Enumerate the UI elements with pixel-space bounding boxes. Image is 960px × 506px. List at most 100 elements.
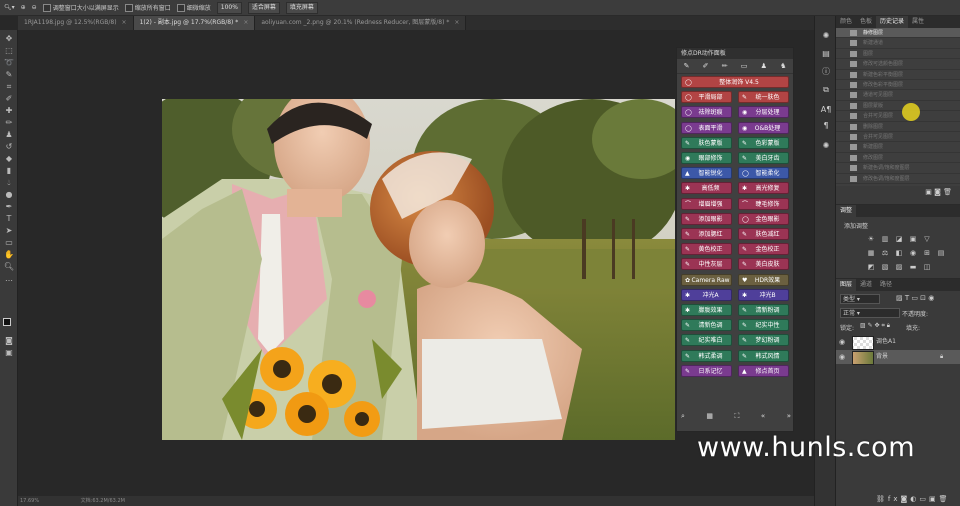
- dr-action-button[interactable]: ✱ 高光修复: [738, 182, 789, 195]
- dr-action-button[interactable]: ◯ 智能柔化: [738, 167, 789, 180]
- paragraph-icon[interactable]: A¶: [820, 104, 832, 116]
- dr-action-button[interactable]: ✎ 色彩蒙版: [738, 136, 789, 149]
- curves-icon[interactable]: ◪: [894, 235, 904, 243]
- grid-icon[interactable]: ▦: [706, 412, 713, 424]
- history-state[interactable]: 新建通道: [836, 38, 960, 49]
- zoom-out-icon[interactable]: ⊖: [32, 4, 37, 11]
- dr-action-button[interactable]: ✱ 朦胧效果: [681, 304, 732, 316]
- photo-filter-icon[interactable]: ◉: [908, 249, 918, 257]
- camera-icon[interactable]: ◙: [934, 188, 941, 196]
- dr-action-button[interactable]: ✎ 韩式风情: [738, 349, 789, 362]
- dr-action-button[interactable]: ✿ Camera Raw: [681, 273, 732, 286]
- close-icon[interactable]: ×: [454, 19, 459, 26]
- pencil-icon[interactable]: ✏: [722, 62, 728, 70]
- fit-screen-button[interactable]: 适合屏幕: [247, 1, 280, 14]
- trash-icon[interactable]: 🗑︎: [939, 495, 951, 503]
- quick-mask-icon[interactable]: ◙: [3, 336, 15, 345]
- brightness-icon[interactable]: ☀: [866, 235, 876, 243]
- hand-tool-icon[interactable]: ✋: [3, 250, 15, 259]
- history-state[interactable]: 修改色彩平衡图层: [836, 80, 960, 91]
- zoom-in-icon[interactable]: ⊕: [21, 4, 26, 11]
- gradient-map-icon[interactable]: ▬: [908, 263, 918, 271]
- expand-icon[interactable]: ⛶: [735, 412, 740, 424]
- resize-windows-checkbox[interactable]: 调整窗口大小以满屏显示: [42, 3, 119, 13]
- tab-channels[interactable]: 通道: [856, 279, 876, 291]
- lasso-tool-icon[interactable]: ➰: [3, 58, 15, 67]
- selective-color-icon[interactable]: ◫: [922, 263, 932, 271]
- gradient-tool-icon[interactable]: ▮: [3, 166, 15, 175]
- tab-swatches[interactable]: 色板: [856, 16, 876, 28]
- dr-action-button[interactable]: ✎ 添加腮红: [681, 228, 732, 240]
- zoom-100-button[interactable]: 100%: [216, 1, 242, 14]
- history-state[interactable]: 新建色调/饱和度图层: [836, 163, 960, 174]
- history-state[interactable]: 修改图层: [836, 153, 960, 164]
- brush-tool-icon[interactable]: ✏: [3, 118, 15, 127]
- pen-icon[interactable]: ✐: [703, 62, 709, 70]
- dr-action-button[interactable]: ✎ 日系记忆: [681, 364, 732, 377]
- fx-icon[interactable]: fx: [888, 495, 901, 503]
- history-state[interactable]: 图层: [836, 49, 960, 60]
- tab-color[interactable]: 颜色: [836, 16, 856, 28]
- dr-action-button[interactable]: ✎ 黄色校正: [681, 243, 732, 256]
- clone-stamp-icon[interactable]: ♟: [3, 130, 15, 139]
- posterize-icon[interactable]: ▧: [880, 263, 890, 271]
- marquee-tool-icon[interactable]: ⬚: [3, 46, 15, 55]
- lock-icons[interactable]: ▨ ✎ ✥ ⌗ 🔒︎: [860, 322, 890, 330]
- brush-icon[interactable]: ✎: [684, 62, 690, 70]
- blur-tool-icon[interactable]: 💧︎: [3, 178, 15, 187]
- dr-action-button[interactable]: ◯ 平滑局部: [681, 91, 732, 104]
- dr-action-button[interactable]: ✎ 梦幻粉调: [738, 334, 789, 347]
- document-tab[interactable]: aoliyuan.com _2.png @ 20.1% (Redness Red…: [255, 16, 467, 30]
- dr-action-button[interactable]: ♥ HDR效果: [738, 273, 789, 286]
- dr-action-button[interactable]: ✎ 肤色蒙版: [681, 136, 732, 149]
- dr-action-button[interactable]: ⌒ 增眉增强: [681, 197, 732, 210]
- history-state[interactable]: 合并可见图层: [836, 132, 960, 143]
- zoom-tool-icon[interactable]: 🔍︎: [3, 262, 15, 271]
- dr-action-button[interactable]: ✎ 纪实中性: [738, 319, 789, 332]
- history-state[interactable]: 修改色调/饱和度图层: [836, 174, 960, 184]
- filter-icons[interactable]: ▨ T ▭ ⊡ ◉: [896, 294, 934, 302]
- history-state[interactable]: 修改可选颜色图层: [836, 59, 960, 70]
- layer-row-selected[interactable]: ◉ 背景 🔒︎: [836, 350, 960, 365]
- dr-action-button[interactable]: ◯ 金色眼影: [738, 212, 789, 225]
- hue-sat-icon[interactable]: ▦: [866, 249, 876, 257]
- tab-layers[interactable]: 图层: [836, 279, 857, 291]
- trash-icon[interactable]: 🗑︎: [943, 188, 952, 196]
- clone-source-icon[interactable]: ⧉: [820, 84, 832, 96]
- eyedropper-icon[interactable]: ✐: [3, 94, 15, 103]
- blend-mode-select[interactable]: 正常 ▾: [840, 308, 900, 318]
- close-icon[interactable]: ×: [122, 19, 127, 26]
- visibility-eye-icon[interactable]: ◉: [839, 350, 845, 364]
- zoom-tool-icon[interactable]: 🔍︎▾: [4, 4, 15, 11]
- close-icon[interactable]: ×: [243, 19, 248, 26]
- dr-action-button[interactable]: ◉ O&B处理: [738, 121, 789, 134]
- invert-icon[interactable]: ◩: [866, 263, 876, 271]
- visibility-eye-icon[interactable]: ◉: [839, 335, 845, 349]
- dr-action-button[interactable]: ✎ 美白牙齿: [738, 152, 789, 164]
- more-tools-icon[interactable]: …: [3, 274, 15, 283]
- next-page-icon[interactable]: »: [787, 412, 791, 424]
- dr-action-button[interactable]: ✱ 冲光B: [738, 288, 789, 301]
- mask-icon[interactable]: ◙: [901, 495, 911, 503]
- dr-action-button[interactable]: ◯ 祛除斑痕: [681, 106, 732, 119]
- document-image[interactable]: [162, 99, 675, 440]
- tab-paths[interactable]: 路径: [876, 279, 896, 291]
- pen-tool-icon[interactable]: ✒: [3, 202, 15, 211]
- dr-action-button[interactable]: ✎ 美白皮肤: [738, 258, 789, 271]
- dr-action-button[interactable]: ✎ 纪实唯白: [681, 334, 732, 347]
- character-icon[interactable]: ¶: [820, 120, 832, 132]
- person-icon[interactable]: ♟: [761, 62, 767, 70]
- search-icon[interactable]: ⌕: [681, 412, 685, 424]
- new-layer-icon[interactable]: ▣: [929, 495, 939, 503]
- brush-settings-icon[interactable]: ✺: [820, 30, 832, 42]
- type-tool-icon[interactable]: T: [3, 214, 15, 223]
- vibrance-icon[interactable]: ▽: [922, 235, 932, 243]
- shape-tool-icon[interactable]: ▭: [3, 238, 15, 247]
- quick-select-icon[interactable]: ✎: [3, 70, 15, 79]
- dr-action-button[interactable]: ✱ 冲光A: [681, 288, 732, 301]
- history-state[interactable]: 通道可见图层: [836, 90, 960, 101]
- dr-action-button[interactable]: ▲ 智能锐化: [681, 167, 732, 180]
- dr-action-button[interactable]: ▲ 修点首页: [738, 364, 789, 377]
- history-state[interactable]: 合并可见图层: [836, 111, 960, 122]
- history-state[interactable]: 新建图层: [836, 142, 960, 153]
